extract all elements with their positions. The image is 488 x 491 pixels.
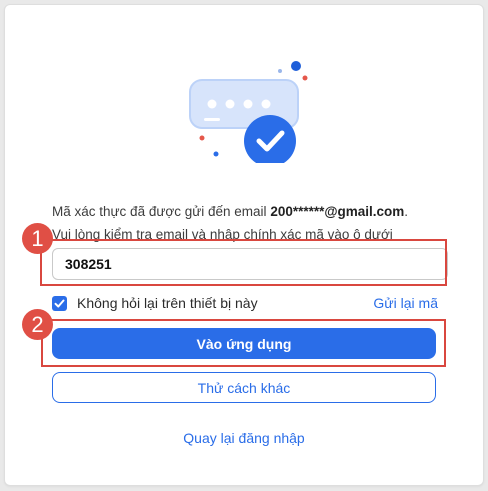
checkbox-check-icon[interactable] <box>52 295 67 311</box>
verification-line-1: Mã xác thực đã được gửi đến email 200***… <box>52 204 409 219</box>
email-verification-illustration <box>189 61 308 163</box>
annotation-highlight-1 <box>40 239 447 286</box>
annotation-badge-1: 1 <box>22 223 53 254</box>
annotation-badge-2: 2 <box>22 309 53 340</box>
remember-device-label: Không hỏi lại trên thiết bị này <box>77 295 258 311</box>
try-another-way-button[interactable]: Thử cách khác <box>52 372 436 403</box>
masked-email: 200******@gmail.com <box>270 204 405 219</box>
annotation-highlight-2 <box>41 319 446 367</box>
back-to-login-link[interactable]: Quay lại đăng nhập <box>0 430 488 446</box>
remember-device-checkbox[interactable]: Không hỏi lại trên thiết bị này <box>52 294 258 312</box>
resend-code-link[interactable]: Gửi lại mã <box>373 295 438 311</box>
